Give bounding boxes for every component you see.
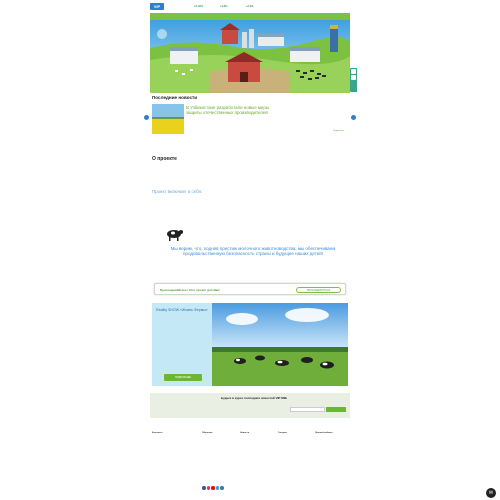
- email-field[interactable]: [290, 407, 325, 412]
- footer-col-account: Личный кабинет: [315, 432, 333, 434]
- rate-3: +2,1%: [246, 5, 254, 8]
- reality-more-button[interactable]: ПОДРОБНЕЕ: [164, 374, 202, 381]
- rate-2: +4,3%: [220, 5, 228, 8]
- social-links: [202, 486, 224, 490]
- rate-1: +0,19%: [194, 5, 203, 8]
- footer: Контакты Обучение Новости Галерея Личный…: [150, 432, 350, 470]
- subscribe-section: Будьте в курсе последних новостей VIP Mi…: [150, 393, 350, 418]
- join-text: Присоединяйтесь! Этот проект для Вас!: [160, 288, 221, 292]
- reality-panel: Reality SHOW «Жизнь Фермы» ПОДРОБНЕЕ: [152, 303, 212, 386]
- news-image: [152, 104, 184, 134]
- project-slogan: Мы верим, что, подняв престиж молочного …: [170, 246, 336, 257]
- join-button[interactable]: ПРИСОЕДИНИТЬСЯ: [296, 286, 341, 294]
- chart-icon: [351, 75, 356, 80]
- cow-icon: [165, 227, 183, 241]
- news-card[interactable]: В Узбекистане разработали новые меры защ…: [152, 104, 346, 137]
- news-heading: Последние новости: [152, 95, 198, 100]
- home-icon: [351, 69, 356, 74]
- side-panel-tab[interactable]: [350, 68, 357, 92]
- instagram-icon[interactable]: [206, 486, 211, 490]
- facebook-icon[interactable]: [202, 486, 206, 490]
- reality-show-section: Reality SHOW «Жизнь Фермы» ПОДРОБНЕЕ: [152, 303, 348, 386]
- subscribe-title: Будьте в курсе последних новостей VIP Mi…: [221, 396, 288, 400]
- reality-title: Reality SHOW «Жизнь Фермы»: [156, 308, 208, 312]
- vk-icon[interactable]: [220, 486, 224, 490]
- footer-col-news: Новости: [240, 432, 250, 434]
- arrow-left-icon[interactable]: [144, 115, 149, 120]
- footer-col-gallery: Галерея: [278, 432, 287, 434]
- project-heading: О проекте: [152, 156, 177, 162]
- chat-icon[interactable]: ✉: [486, 488, 496, 498]
- main-nav: [150, 13, 350, 20]
- includes-heading: Проект включает в себя:: [152, 189, 203, 194]
- news-title[interactable]: В Узбекистане разработали новые меры защ…: [186, 105, 281, 115]
- page: VIP +0,19% +4,3% +2,1% Последние новости…: [0, 0, 500, 500]
- footer-col-contacts: Контакты: [152, 432, 163, 434]
- top-bar: VIP +0,19% +4,3% +2,1%: [150, 0, 350, 13]
- youtube-icon[interactable]: [211, 486, 215, 490]
- logo[interactable]: VIP: [150, 3, 164, 10]
- news-more-link[interactable]: Подробнее: [333, 130, 344, 132]
- hero-farm-illustration: [150, 20, 350, 93]
- subscribe-button[interactable]: [326, 407, 346, 412]
- cows-photo: [212, 303, 348, 386]
- telegram-icon[interactable]: [215, 486, 220, 490]
- footer-col-learning: Обучение: [202, 432, 213, 434]
- arrow-right-icon[interactable]: [351, 115, 356, 120]
- join-banner: Присоединяйтесь! Этот проект для Вас! ПР…: [154, 283, 346, 295]
